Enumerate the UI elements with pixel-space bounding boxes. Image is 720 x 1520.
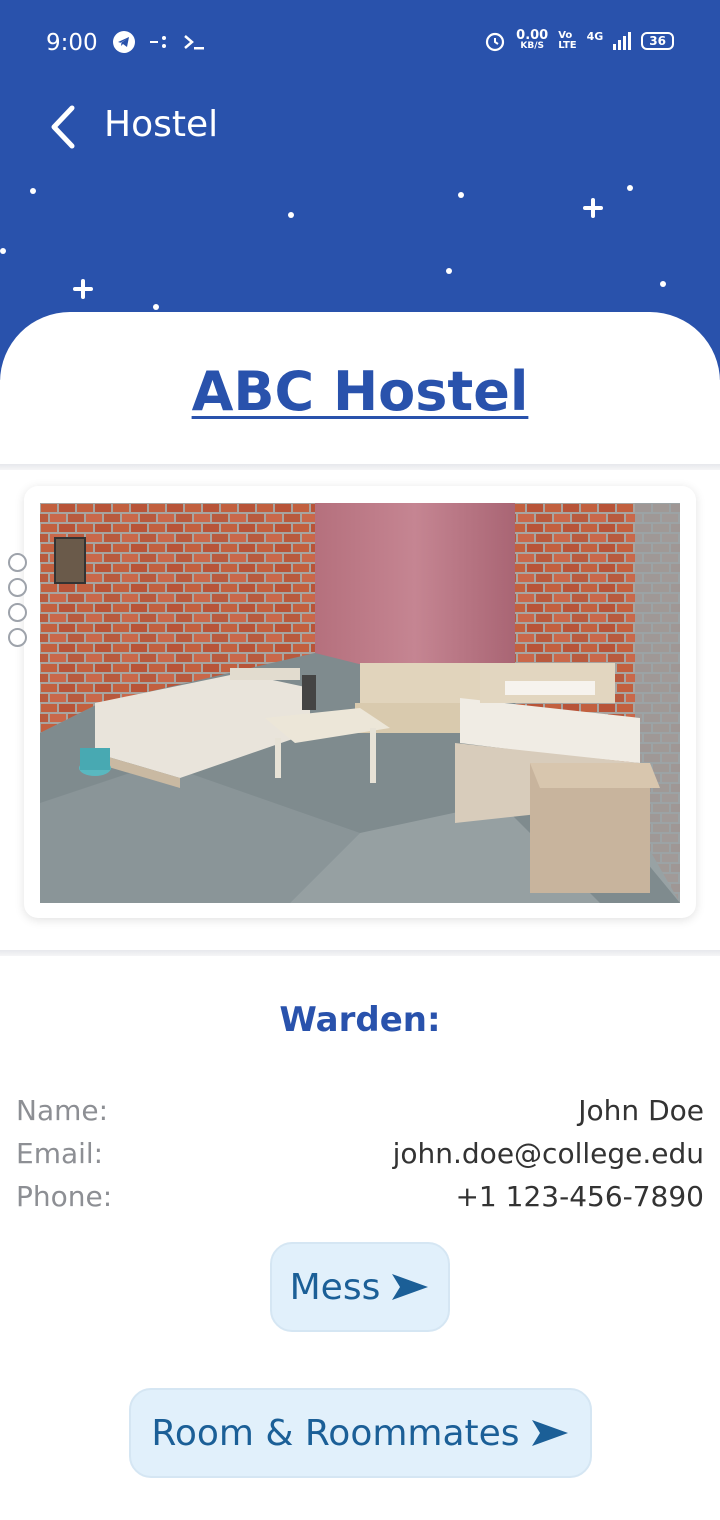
arrow-right-icon bbox=[531, 1420, 568, 1446]
hostel-photo-card[interactable] bbox=[24, 486, 696, 918]
net-speed: 0.00 KB/S bbox=[516, 28, 549, 52]
star-decoration bbox=[0, 248, 6, 254]
battery-icon: 36 bbox=[641, 32, 674, 50]
net-speed-value: 0.00 bbox=[516, 28, 549, 43]
room-roommates-button[interactable]: Room & Roommates bbox=[129, 1388, 592, 1478]
chevron-left-icon bbox=[51, 105, 75, 149]
email-value[interactable]: john.doe@college.edu bbox=[393, 1137, 704, 1170]
star-decoration bbox=[458, 192, 464, 198]
mess-button[interactable]: Mess bbox=[270, 1242, 450, 1332]
email-label: Email: bbox=[16, 1137, 104, 1170]
page-title: Hostel bbox=[104, 104, 219, 145]
page-dot[interactable] bbox=[8, 603, 27, 622]
image-page-indicator bbox=[8, 553, 27, 647]
divider-top bbox=[0, 464, 720, 470]
hostel-room-photo bbox=[40, 503, 680, 903]
warden-phone-row: Phone: +1 123-456-7890 bbox=[16, 1180, 704, 1213]
star-decoration bbox=[288, 212, 294, 218]
back-button[interactable] bbox=[40, 104, 86, 150]
signal-icon bbox=[613, 32, 632, 50]
warden-email-row: Email: john.doe@college.edu bbox=[16, 1137, 704, 1170]
room-roommates-button-label: Room & Roommates bbox=[151, 1412, 520, 1454]
name-label: Name: bbox=[16, 1094, 109, 1127]
terminal-icon bbox=[184, 35, 204, 50]
phone-label: Phone: bbox=[16, 1180, 113, 1213]
name-value: John Doe bbox=[578, 1094, 704, 1127]
page-dot[interactable] bbox=[8, 628, 27, 647]
mess-button-label: Mess bbox=[289, 1266, 381, 1308]
star-decoration bbox=[153, 304, 159, 310]
data-saver-icon bbox=[150, 36, 166, 48]
volte-bottom: LTE bbox=[558, 40, 577, 51]
status-time: 9:00 bbox=[46, 30, 98, 56]
status-bar: 9:00 0.00 KB/S Vo LTE 4G 36 bbox=[0, 22, 720, 66]
star-decoration bbox=[660, 281, 666, 287]
status-left-icons bbox=[112, 30, 206, 54]
star-decoration bbox=[30, 188, 36, 194]
page-dot[interactable] bbox=[8, 553, 27, 572]
page-dot[interactable] bbox=[8, 578, 27, 597]
net-speed-unit: KB/S bbox=[520, 41, 544, 51]
status-right-icons: 0.00 KB/S Vo LTE 4G 36 bbox=[484, 28, 674, 52]
volte-indicator: Vo LTE bbox=[558, 31, 576, 51]
star-decoration bbox=[627, 185, 633, 191]
phone-value[interactable]: +1 123-456-7890 bbox=[455, 1180, 704, 1213]
star-decoration bbox=[446, 268, 452, 274]
hostel-name: ABC Hostel bbox=[191, 360, 529, 423]
network-type: 4G bbox=[586, 30, 604, 43]
sparkle-decoration bbox=[71, 277, 95, 301]
warden-name-row: Name: John Doe bbox=[16, 1094, 704, 1127]
telegram-icon bbox=[113, 31, 135, 53]
alarm-icon bbox=[486, 32, 505, 52]
warden-heading: Warden: bbox=[279, 1000, 441, 1040]
arrow-right-icon bbox=[392, 1274, 429, 1300]
sparkle-decoration bbox=[581, 196, 605, 220]
divider-bottom bbox=[0, 950, 720, 956]
